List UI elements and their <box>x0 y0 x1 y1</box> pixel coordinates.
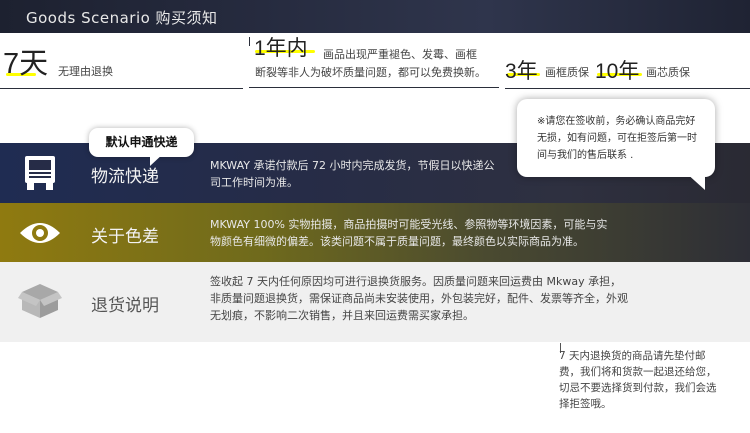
guarantee-10year-big: 10年 <box>595 60 640 83</box>
guarantee-1year-line2: 断裂等非人为破坏质量问题，都可以免费换新。 <box>255 66 486 79</box>
divider-line <box>0 88 243 89</box>
notice-bubble: ※请您在签收前，务必确认商品完好无损，如有问题，可在拒签后第一时间与我们的售后联… <box>517 99 715 177</box>
guarantee-10year-small: 画芯质保 <box>646 66 690 79</box>
page-header: Goods Scenario 购买须知 <box>0 0 750 33</box>
guarantee-1year-line1: 画品出现严重褪色、发霉、画框 <box>323 48 477 61</box>
divider-line <box>249 87 499 88</box>
return-policy-section: 退货说明 签收起 7 天内任何原因均可进行退换货服务。因质量问题来回运费由 Mk… <box>0 262 750 342</box>
logistics-title: 物流快递 <box>91 167 159 187</box>
guarantee-7day-big: 7天 <box>3 48 49 80</box>
refund-note: 7 天内退换货的商品请先垫付邮费，我们将和货款一起退还给您，切忌不要选择货到付款… <box>559 350 717 410</box>
default-courier-bubble-tail <box>150 153 164 166</box>
color-title: 关于色差 <box>91 227 159 247</box>
divider-line <box>505 88 750 89</box>
return-text: 签收起 7 天内任何原因均可进行退换货服务。因质量问题来回运费由 Mkway 承… <box>210 275 628 322</box>
guarantee-3year-small: 画框质保 <box>545 66 589 79</box>
header-title: Goods Scenario 购买须知 <box>26 9 218 27</box>
color-difference-section: 关于色差 MKWAY 100% 实物拍摄，商品拍摄时可能受光线、参照物等环境因素… <box>0 203 750 262</box>
return-title: 退货说明 <box>91 296 159 316</box>
logistics-text: MKWAY 承诺付款后 72 小时内完成发货，节假日以快递公司工作时间为准。 <box>210 159 495 189</box>
divider-line <box>249 37 250 46</box>
box-icon <box>18 284 62 318</box>
eye-icon <box>20 223 60 243</box>
notice-bubble-tail <box>685 172 705 190</box>
guarantee-1year-big: 1年内 <box>254 37 308 60</box>
default-courier-bubble: 默认申通快递 <box>89 128 194 157</box>
guarantee-3year-big: 3年 <box>505 60 538 83</box>
truck-icon <box>25 156 55 190</box>
color-text: MKWAY 100% 实物拍摄，商品拍摄时可能受光线、参照物等环境因素，可能与实… <box>210 218 608 248</box>
guarantee-7day-small: 无理由退换 <box>58 65 113 78</box>
